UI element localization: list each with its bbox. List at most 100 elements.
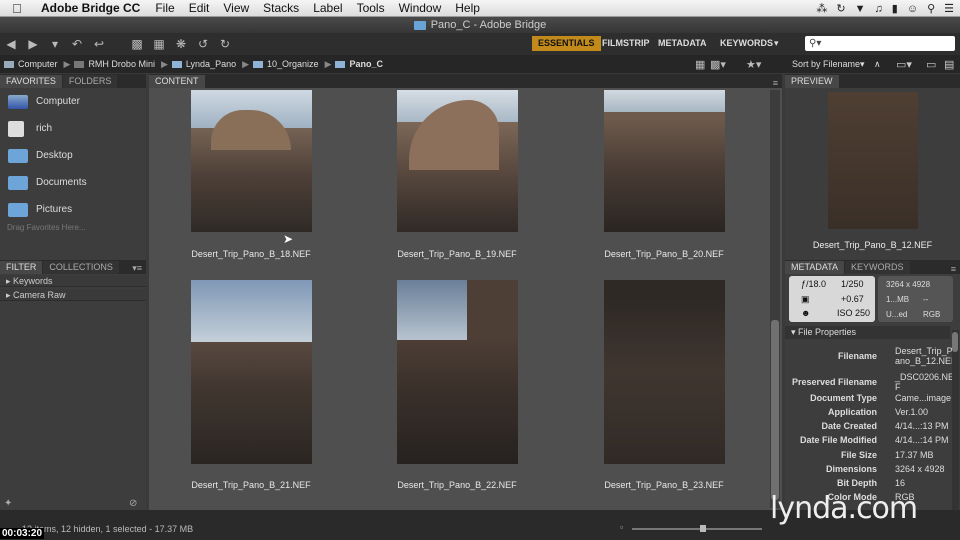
sync-icon[interactable]: ↻	[836, 2, 845, 15]
status-text: 12 items, 12 hidden, 1 selected - 17.37 …	[22, 524, 194, 534]
favorite-documents[interactable]: Documents	[0, 169, 146, 196]
bluetooth-icon[interactable]: ⁂	[816, 2, 827, 15]
wifi-icon[interactable]: ▼	[855, 3, 866, 15]
panel-menu-icon[interactable]: ≡	[951, 264, 956, 274]
lynda-logo: lynda.com	[770, 491, 918, 526]
zoom-out-icon[interactable]: ▫	[620, 522, 623, 532]
panel-menu-icon[interactable]: ▾≡	[132, 263, 142, 274]
review-mode-icon[interactable]: ▩▾	[710, 58, 726, 71]
workspace-menu-icon[interactable]: ▾	[768, 36, 785, 51]
color-mode: RGB	[923, 310, 941, 319]
thumbnail-caption: Desert_Trip_Pano_B_20.NEF	[604, 249, 724, 259]
sky-region	[191, 280, 312, 342]
forward-arrow-icon[interactable]: ▶	[22, 37, 44, 51]
open-recent-icon[interactable]: ▭▾	[896, 58, 912, 71]
rating-filter-icon[interactable]: ★▾	[746, 58, 761, 71]
thumbnail-image[interactable]	[191, 90, 312, 232]
filter-camera-raw[interactable]: ▸ Camera Raw	[0, 289, 146, 301]
volume-icon[interactable]: ♫	[875, 3, 883, 15]
boomerang-icon[interactable]: ↶	[66, 37, 88, 51]
size-value: 1...MB	[886, 295, 910, 304]
apple-menu-icon[interactable]: 	[0, 1, 34, 16]
preview-image[interactable]	[828, 92, 918, 229]
notifications-icon[interactable]: ☰	[944, 2, 954, 15]
search-icon: ⚲▾	[809, 38, 822, 49]
sort-ascending-icon[interactable]: ∧	[874, 59, 881, 70]
tab-folders[interactable]: FOLDERS	[62, 75, 118, 88]
exposure-value: +0.67	[841, 294, 864, 304]
dimensions-value: 3264 x 4928	[886, 280, 931, 289]
crumb-lynda-pano[interactable]: Lynda_Pano	[168, 59, 242, 69]
tab-filter[interactable]: FILTER	[0, 261, 43, 274]
menu-tools[interactable]: Tools	[350, 1, 392, 15]
thumbnail-image[interactable]	[604, 90, 725, 232]
menu-edit[interactable]: Edit	[182, 1, 217, 15]
back-arrow-icon[interactable]: ◀	[0, 37, 22, 51]
open-in-camera-raw-icon[interactable]: ❋	[170, 37, 192, 51]
menu-help[interactable]: Help	[448, 1, 487, 15]
clear-filter-icon[interactable]: ⊘	[129, 498, 137, 509]
thumbnail-caption: Desert_Trip_Pano_B_22.NEF	[397, 480, 517, 490]
search-input[interactable]: ⚲▾	[805, 36, 955, 51]
thumbnail-image[interactable]	[604, 280, 725, 464]
content-scrollbar[interactable]	[770, 90, 780, 508]
menu-window[interactable]: Window	[392, 1, 449, 15]
scrollbar-thumb[interactable]	[952, 332, 958, 352]
camera-import-icon[interactable]: ▩	[126, 37, 148, 51]
filter-keywords[interactable]: ▸ Keywords	[0, 275, 146, 287]
crumb-drobo[interactable]: RMH Drobo Mini	[70, 59, 161, 69]
delete-icon[interactable]: ▤	[944, 58, 954, 71]
tab-keywords[interactable]: KEYWORDS	[845, 261, 910, 274]
crumb-computer[interactable]: Computer	[0, 59, 64, 69]
new-folder-icon[interactable]: ▭	[926, 58, 936, 71]
file-properties-header[interactable]: ▾ File Properties	[785, 326, 950, 339]
tab-content[interactable]: CONTENT	[149, 75, 205, 88]
sort-dropdown[interactable]: Sort by Filename	[792, 59, 860, 69]
refine-icon[interactable]: ▦	[148, 37, 170, 51]
crumb-10-organize[interactable]: 10_Organize	[249, 59, 325, 69]
panel-menu-icon[interactable]: ≡	[773, 78, 778, 88]
favorite-desktop[interactable]: Desktop	[0, 142, 146, 169]
user-icon[interactable]: ☺	[907, 3, 918, 15]
favorite-computer[interactable]: Computer	[0, 88, 146, 115]
workspace-filmstrip[interactable]: FILMSTRIP	[596, 36, 656, 51]
workspace-essentials[interactable]: ESSENTIALS	[532, 36, 601, 51]
thumbnail-caption: Desert_Trip_Pano_B_21.NEF	[191, 480, 311, 490]
camera-data-placard: ƒ/18.0 1/250 ▣ +0.67 ☻ ISO 250	[789, 276, 875, 322]
menu-view[interactable]: View	[216, 1, 256, 15]
preview-tabs: PREVIEW	[785, 74, 960, 88]
rotate-left-icon[interactable]: ↺	[192, 37, 214, 51]
tab-collections[interactable]: COLLECTIONS	[43, 261, 119, 274]
rotate-right-icon[interactable]: ↻	[214, 37, 236, 51]
pin-icon[interactable]: ✦	[4, 498, 12, 509]
workspace-metadata[interactable]: METADATA	[652, 36, 713, 51]
thumbnail-quality-icon[interactable]: ▦	[695, 58, 705, 71]
sort-dropdown-arrow-icon[interactable]: ▾	[860, 59, 865, 70]
thumbnail-size-slider[interactable]	[632, 525, 762, 532]
menu-file[interactable]: File	[148, 1, 181, 15]
tab-favorites[interactable]: FAVORITES	[0, 75, 62, 88]
app-menu[interactable]: Adobe Bridge CC	[34, 1, 148, 15]
menu-stacks[interactable]: Stacks	[256, 1, 306, 15]
favorite-rich[interactable]: rich	[0, 115, 146, 142]
spotlight-icon[interactable]: ⚲	[927, 2, 935, 15]
left-panel: FAVORITES FOLDERS Computer rich Desktop …	[0, 74, 146, 510]
slider-handle[interactable]	[700, 525, 706, 532]
metadata-scrollbar[interactable]	[952, 330, 959, 510]
scrollbar-thumb[interactable]	[771, 320, 779, 500]
menu-tray: ⁂ ↻ ▼ ♫ ▮ ☺ ⚲ ☰	[816, 0, 954, 17]
favorite-pictures[interactable]: Pictures	[0, 196, 146, 223]
recent-dropdown-icon[interactable]: ▾	[44, 37, 66, 51]
thumbnail-image[interactable]	[191, 280, 312, 464]
meta-row-file-size: File Size 17.37 MB	[840, 450, 934, 460]
sky-region	[604, 90, 725, 112]
thumbnail-image[interactable]	[397, 90, 518, 232]
tab-metadata[interactable]: METADATA	[785, 261, 844, 274]
menu-label[interactable]: Label	[306, 1, 349, 15]
battery-icon[interactable]: ▮	[892, 2, 898, 15]
crumb-separator: ▶	[242, 58, 250, 69]
thumbnail-image[interactable]	[397, 280, 518, 464]
return-icon[interactable]: ↩	[88, 37, 110, 51]
crumb-pano-c[interactable]: Pano_C	[331, 59, 389, 69]
tab-preview[interactable]: PREVIEW	[785, 75, 839, 88]
